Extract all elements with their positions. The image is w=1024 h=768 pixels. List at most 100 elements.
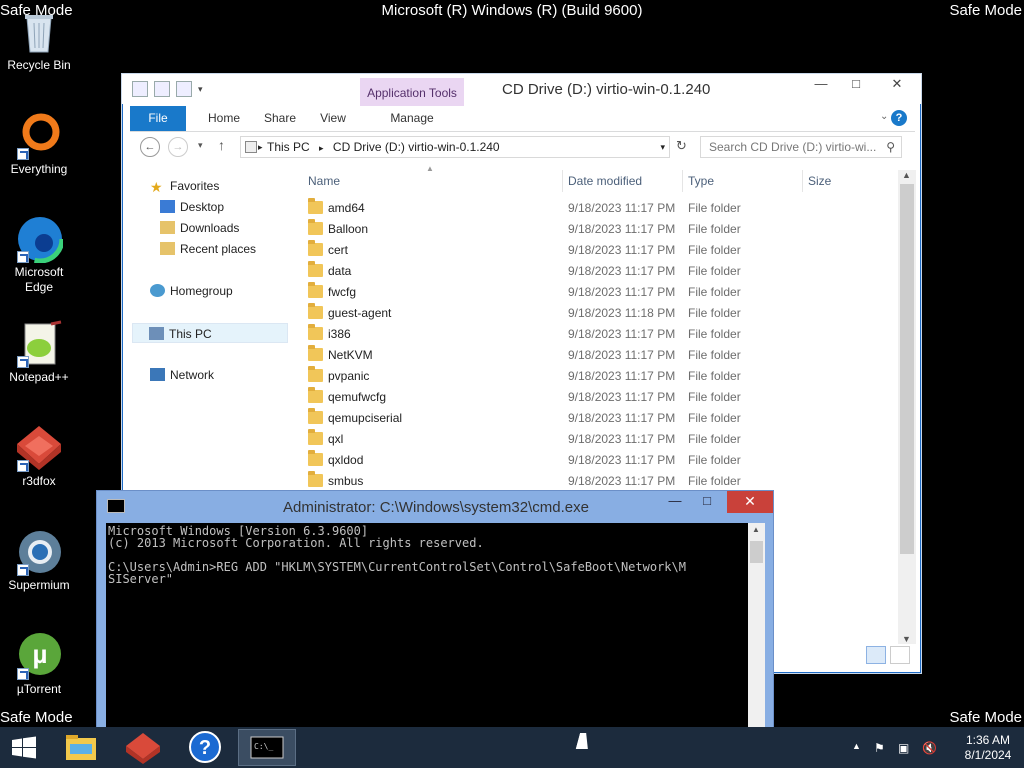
- desktop-icon-supermium[interactable]: Supermium: [1, 528, 77, 593]
- file-name: i386: [328, 327, 351, 341]
- scroll-up-icon[interactable]: ▲: [752, 525, 760, 534]
- file-list-row[interactable]: qemupciserial 9/18/2023 11:17 PM File fold…: [302, 408, 892, 429]
- nav-item-desktop[interactable]: Desktop: [160, 197, 224, 217]
- refresh-icon[interactable]: ↻: [676, 138, 687, 154]
- action-center-flag-icon[interactable]: ⚑: [874, 741, 885, 755]
- scrollbar-thumb[interactable]: [900, 184, 914, 554]
- volume-muted-icon[interactable]: 🔇: [922, 741, 937, 755]
- file-list-row[interactable]: NetKVM 9/18/2023 11:17 PM File folder: [302, 345, 892, 366]
- file-list-row[interactable]: qxldod 9/18/2023 11:17 PM File folder: [302, 450, 892, 471]
- desktop-icon-r3dfox[interactable]: r3dfox: [1, 424, 77, 489]
- tab-home[interactable]: Home: [194, 106, 254, 131]
- desktop-icon-recycle-bin[interactable]: Recycle Bin: [1, 8, 77, 73]
- close-button[interactable]: ✕: [874, 74, 920, 96]
- column-separator[interactable]: [802, 170, 803, 192]
- file-name: smbus: [328, 474, 364, 488]
- desktop-icon-everything[interactable]: Everything: [1, 112, 77, 177]
- file-date-modified: 9/18/2023 11:17 PM: [568, 285, 676, 299]
- file-name: pvpanic: [328, 369, 370, 383]
- file-list-row[interactable]: cert 9/18/2023 11:17 PM File folder: [302, 240, 892, 261]
- tab-manage[interactable]: Manage: [380, 106, 444, 131]
- file-list-row[interactable]: fwcfg 9/18/2023 11:17 PM File folder: [302, 282, 892, 303]
- column-header-size[interactable]: Size: [808, 174, 831, 188]
- undo-icon[interactable]: [176, 81, 192, 97]
- search-input[interactable]: Search CD Drive (D:) virtio-wi... ⚲: [700, 136, 902, 158]
- column-separator[interactable]: [562, 170, 563, 192]
- column-header-name[interactable]: Name: [308, 174, 340, 188]
- tab-share[interactable]: Share: [250, 106, 310, 131]
- tab-file[interactable]: File: [130, 106, 186, 131]
- folder-icon: [308, 387, 323, 403]
- file-type: File folder: [688, 432, 741, 446]
- minimize-button[interactable]: —: [661, 491, 689, 513]
- cmd-window[interactable]: Administrator: C:\Windows\system32\cmd.e…: [96, 490, 774, 730]
- taskbar-cmd[interactable]: C:\_: [238, 729, 296, 766]
- close-button[interactable]: ✕: [727, 491, 773, 513]
- back-button[interactable]: ←: [140, 137, 160, 157]
- file-list-row[interactable]: qemufwcfg 9/18/2023 11:17 PM File folder: [302, 387, 892, 408]
- nav-item-favorites[interactable]: ★ Favorites: [150, 176, 219, 196]
- up-arrow-icon[interactable]: ↑: [218, 137, 225, 153]
- nav-item-downloads[interactable]: Downloads: [160, 218, 239, 238]
- details-view-icon[interactable]: [866, 646, 886, 664]
- start-button[interactable]: [0, 729, 48, 766]
- desktop-icon-utorrent[interactable]: µ µTorrent: [1, 632, 77, 697]
- file-list-row[interactable]: pvpanic 9/18/2023 11:17 PM File folder: [302, 366, 892, 387]
- explorer-window-title: CD Drive (D:) virtio-win-0.1.240: [502, 81, 711, 98]
- nav-item-this-pc[interactable]: This PC: [132, 323, 288, 343]
- nav-item-recent-places[interactable]: Recent places: [160, 239, 256, 259]
- tab-view[interactable]: View: [308, 106, 358, 131]
- file-type: File folder: [688, 264, 741, 278]
- file-list-scrollbar[interactable]: ▲ ▼: [898, 170, 916, 644]
- taskbar-r3dfox[interactable]: [114, 729, 172, 766]
- clock-time: 1:36 AM: [965, 733, 1011, 747]
- breadcrumb-this-pc[interactable]: This PC: [267, 140, 310, 154]
- nav-item-homegroup[interactable]: Homegroup: [150, 281, 233, 301]
- chevron-down-icon[interactable]: ▾: [198, 84, 203, 95]
- maximize-button[interactable]: □: [693, 491, 721, 513]
- file-list-row[interactable]: data 9/18/2023 11:17 PM File folder: [302, 261, 892, 282]
- address-bar[interactable]: ▸ This PC ▸ CD Drive (D:) virtio-win-0.1…: [240, 136, 670, 158]
- taskbar-file-explorer[interactable]: [52, 729, 110, 766]
- file-list-row[interactable]: Balloon 9/18/2023 11:17 PM File folder: [302, 219, 892, 240]
- file-list-row[interactable]: amd64 9/18/2023 11:17 PM File folder: [302, 198, 892, 219]
- breadcrumb-cd-drive[interactable]: CD Drive (D:) virtio-win-0.1.240: [333, 140, 500, 154]
- maximize-button[interactable]: □: [838, 74, 874, 96]
- recent-locations-chevron-icon[interactable]: ▾: [198, 140, 203, 151]
- file-list-row[interactable]: qxl 9/18/2023 11:17 PM File folder: [302, 429, 892, 450]
- console-output[interactable]: Microsoft Windows [Version 6.3.9600] (c)…: [106, 523, 748, 729]
- forward-button[interactable]: →: [168, 137, 188, 157]
- downloads-icon: [160, 221, 175, 234]
- new-folder-icon[interactable]: [154, 81, 170, 97]
- tray-overflow-chevron-icon[interactable]: ▲: [852, 741, 861, 751]
- file-type: File folder: [688, 453, 741, 467]
- taskbar-help[interactable]: ?: [176, 729, 234, 766]
- file-list-row[interactable]: smbus 9/18/2023 11:17 PM File folder: [302, 471, 892, 492]
- scrollbar-thumb[interactable]: [750, 541, 763, 563]
- taskbar-clock[interactable]: 1:36 AM 8/1/2024: [958, 733, 1018, 763]
- network-error-icon[interactable]: ▣: [898, 741, 909, 755]
- properties-icon[interactable]: [132, 81, 148, 97]
- column-header-date-modified[interactable]: Date modified: [568, 174, 642, 188]
- column-header-type[interactable]: Type: [688, 174, 714, 188]
- minimize-button[interactable]: —: [803, 74, 839, 96]
- nav-item-network[interactable]: Network: [150, 365, 214, 385]
- cmd-title-bar[interactable]: Administrator: C:\Windows\system32\cmd.e…: [97, 491, 773, 523]
- file-list-row[interactable]: guest-agent 9/18/2023 11:18 PM File folder: [302, 303, 892, 324]
- explorer-title-bar[interactable]: ▾ Application Tools CD Drive (D:) virtio…: [122, 74, 921, 106]
- address-dropdown-icon[interactable]: ▾: [660, 137, 665, 157]
- help-icon[interactable]: ?: [891, 110, 907, 126]
- cmd-icon: C:\_: [250, 736, 284, 759]
- cmd-scrollbar[interactable]: ▲: [748, 523, 765, 729]
- file-date-modified: 9/18/2023 11:17 PM: [568, 453, 676, 467]
- large-icons-view-icon[interactable]: [890, 646, 910, 664]
- scroll-up-icon[interactable]: ▲: [902, 170, 911, 180]
- scroll-down-icon[interactable]: ▼: [902, 634, 911, 644]
- file-list-row[interactable]: i386 9/18/2023 11:17 PM File folder: [302, 324, 892, 345]
- desktop-icon-edge[interactable]: Microsoft Edge: [1, 214, 77, 295]
- ribbon-expand-chevron-icon[interactable]: ⌄: [880, 111, 888, 122]
- breadcrumb-chevron-icon: ▸: [258, 142, 263, 152]
- column-separator[interactable]: [682, 170, 683, 192]
- desktop-icon-notepadpp[interactable]: Notepad++: [1, 320, 77, 385]
- folder-icon: [308, 450, 323, 466]
